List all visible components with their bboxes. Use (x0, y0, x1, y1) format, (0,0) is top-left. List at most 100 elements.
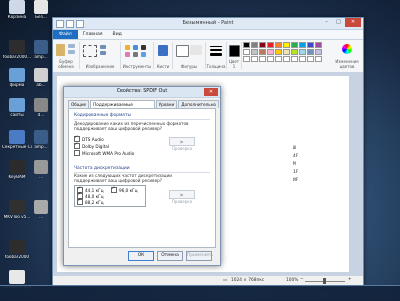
palette-swatch[interactable] (283, 49, 290, 55)
palette-swatch[interactable] (315, 56, 322, 62)
palette-swatch[interactable] (259, 42, 266, 48)
checkbox[interactable] (74, 150, 80, 156)
palette-swatch[interactable] (267, 42, 274, 48)
pencil-icon[interactable] (125, 45, 130, 50)
palette-swatch[interactable] (299, 56, 306, 62)
palette-swatch[interactable] (243, 56, 250, 62)
palette-swatch[interactable] (291, 42, 298, 48)
palette-swatch[interactable] (315, 42, 322, 48)
palette-swatch[interactable] (307, 56, 314, 62)
checkbox[interactable] (111, 186, 117, 193)
palette-swatch[interactable] (251, 49, 258, 55)
palette-swatch[interactable] (251, 42, 258, 48)
ribbon: Буфер обмена Изображение Инструменты Кис… (53, 40, 363, 73)
palette-swatch[interactable] (267, 49, 274, 55)
dialog-titlebar[interactable]: Свойства: SPDIF Out ✕ (64, 87, 220, 98)
zoom-slider-thumb[interactable] (323, 278, 326, 284)
desktop-icon[interactable]: d... (30, 98, 52, 118)
copy-icon[interactable] (68, 50, 75, 54)
palette-swatch[interactable] (259, 56, 266, 62)
desktop-icon[interactable]: foobar2000... (2, 40, 32, 60)
edit-colors-icon[interactable] (342, 44, 352, 54)
desktop-icon[interactable]: ab... (30, 68, 52, 88)
palette-swatch[interactable] (283, 56, 290, 62)
taskbar (0, 285, 400, 301)
desktop-icon[interactable]: MKVToo v5... (2, 200, 32, 220)
palette-swatch[interactable] (315, 49, 322, 55)
palette-swatch[interactable] (267, 56, 274, 62)
palette-swatch[interactable] (275, 42, 282, 48)
palette-swatch[interactable] (243, 42, 250, 48)
sample-rate-list[interactable]: 44,1 кГц 48,0 кГц 88,2 кГц 96,0 кГц (74, 185, 146, 207)
palette-swatch[interactable] (243, 49, 250, 55)
text-icon[interactable] (141, 45, 146, 50)
maximize-button[interactable]: □ (333, 18, 344, 27)
palette-swatch[interactable] (299, 42, 306, 48)
zoom-out-icon[interactable]: − (300, 277, 304, 282)
magnifier-icon[interactable] (141, 52, 146, 57)
desktop-icon[interactable]: ... (30, 200, 52, 220)
tab-view[interactable]: Вид (108, 32, 127, 37)
palette-swatch[interactable] (307, 42, 314, 48)
color1-swatch[interactable] (229, 45, 240, 57)
desktop-icon-label: amp... (34, 145, 48, 149)
color-picker-icon[interactable] (133, 52, 138, 57)
palette-swatch[interactable] (283, 42, 290, 48)
palette-swatch[interactable] (275, 56, 282, 62)
shapes-gallery-icon[interactable] (176, 45, 189, 57)
palette-swatch[interactable] (291, 49, 298, 55)
desktop-icon[interactable]: ... (30, 160, 52, 180)
tab-advanced[interactable]: Дополнительно (178, 100, 219, 108)
desktop-icon[interactable]: сайты (2, 98, 32, 118)
minimize-button[interactable]: – (321, 18, 332, 27)
palette-swatch[interactable] (299, 49, 306, 55)
desktop-icon[interactable]: Корзина (2, 0, 32, 20)
close-button[interactable]: ✕ (345, 18, 361, 27)
crop-icon[interactable] (100, 45, 106, 49)
thickness-icon[interactable] (210, 49, 222, 51)
format-dts[interactable]: DTS Audio (74, 135, 104, 142)
rate-88-2[interactable]: 88,2 кГц (77, 198, 104, 205)
desktop-icon[interactable]: amp... (30, 130, 52, 150)
ok-button[interactable]: ОК (128, 251, 154, 261)
test-rates-button[interactable]: ▶ Проверка (169, 190, 195, 204)
desktop-icon[interactable]: Без... (30, 0, 52, 20)
checkbox[interactable] (77, 198, 83, 205)
fill-icon[interactable] (133, 45, 138, 50)
format-dolby-digital[interactable]: Dolby Digital (74, 142, 109, 149)
tab-general[interactable]: Общие (68, 100, 90, 108)
desktop-icon[interactable]: фирма (2, 68, 32, 88)
canvas-text: M (293, 162, 296, 167)
dialog-close-button[interactable]: ✕ (204, 88, 218, 96)
palette-swatch[interactable] (251, 56, 258, 62)
paint-titlebar[interactable]: Безымянный - Paint – □ ✕ (53, 18, 363, 30)
brush-icon[interactable] (158, 45, 168, 56)
thickness-icon[interactable] (210, 46, 222, 47)
rate-96-0[interactable]: 96,0 кГц (111, 186, 138, 193)
eraser-icon[interactable] (125, 52, 130, 57)
resize-icon[interactable] (100, 51, 106, 55)
tab-home[interactable]: Главная (78, 32, 108, 37)
select-icon[interactable] (83, 45, 97, 57)
thickness-icon[interactable] (210, 53, 222, 56)
palette-swatch[interactable] (259, 49, 266, 55)
desktop-icon[interactable]: Секретные Сложенос... (2, 130, 32, 150)
cut-icon[interactable] (68, 44, 75, 48)
tab-levels[interactable]: Уровни (155, 100, 178, 108)
apply-button[interactable]: Применить (186, 251, 213, 261)
palette-swatch[interactable] (275, 49, 282, 55)
format-wma-pro[interactable]: Microsoft WMA Pro Audio (74, 150, 134, 156)
outline-fill-icon[interactable] (190, 45, 202, 55)
desktop-icon[interactable]: amp... (30, 40, 52, 60)
desktop-icon[interactable]: foobar2000 (2, 240, 32, 260)
checkbox[interactable] (74, 142, 80, 149)
paste-icon[interactable] (56, 44, 65, 56)
file-menu-button[interactable]: Файл (53, 30, 78, 39)
desktop-icon[interactable]: KeyBAM (2, 160, 32, 180)
cancel-button[interactable]: Отмена (157, 251, 183, 261)
zoom-in-icon[interactable]: + (348, 277, 352, 282)
palette-swatch[interactable] (291, 56, 298, 62)
palette-swatch[interactable] (307, 49, 314, 55)
desktop-icon-label: фирма (9, 83, 25, 87)
test-formats-button[interactable]: ▶ Проверка (169, 137, 195, 151)
